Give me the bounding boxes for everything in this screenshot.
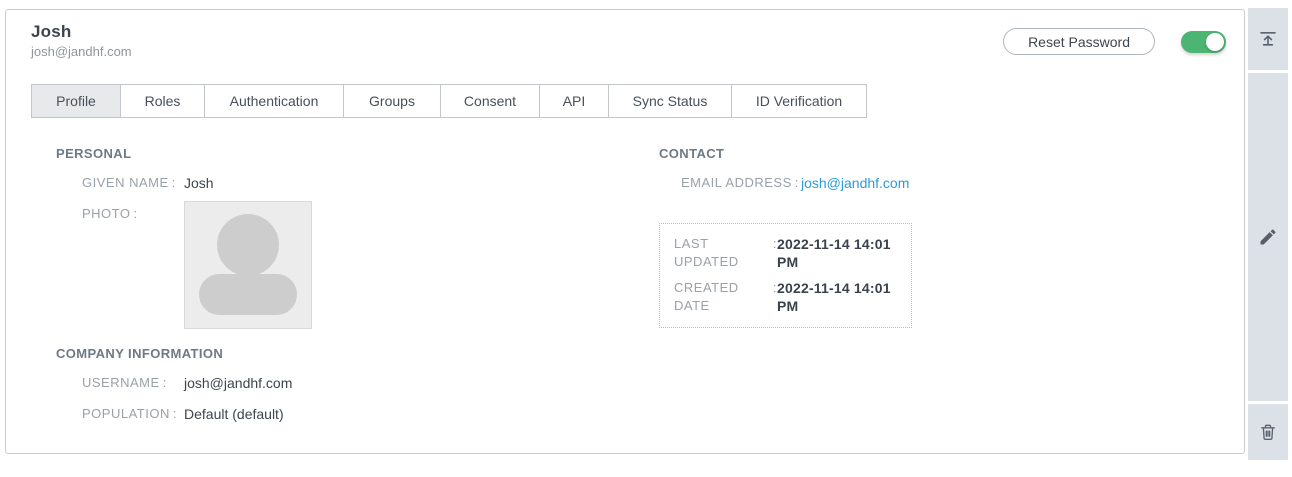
timestamps-box: LAST UPDATED: 2022-11-14 14:01 PM CREATE… bbox=[659, 223, 912, 328]
tab-authentication[interactable]: Authentication bbox=[204, 84, 344, 118]
edit-user-button[interactable] bbox=[1248, 73, 1288, 401]
personal-section: PERSONAL GIVEN NAME: Josh PHOTO: bbox=[56, 146, 616, 329]
tab-roles[interactable]: Roles bbox=[120, 84, 205, 118]
delete-user-button[interactable] bbox=[1248, 404, 1288, 460]
user-photo-placeholder bbox=[184, 201, 312, 329]
given-name-row: GIVEN NAME: Josh bbox=[82, 174, 616, 192]
email-address-label: EMAIL ADDRESS: bbox=[681, 175, 799, 190]
email-address-link[interactable]: josh@jandhf.com bbox=[801, 174, 909, 192]
username-value: josh@jandhf.com bbox=[184, 375, 293, 391]
company-information-heading: COMPANY INFORMATION bbox=[56, 346, 224, 361]
user-detail-tabs: Profile Roles Authentication Groups Cons… bbox=[31, 84, 867, 118]
email-address-row: EMAIL ADDRESS: josh@jandhf.com bbox=[681, 174, 1079, 192]
last-updated-row: LAST UPDATED: 2022-11-14 14:01 PM bbox=[674, 235, 897, 271]
population-value: Default (default) bbox=[184, 406, 284, 422]
personal-heading: PERSONAL bbox=[56, 146, 132, 161]
created-date-row: CREATED DATE: 2022-11-14 14:01 PM bbox=[674, 279, 897, 315]
header-actions: Reset Password bbox=[1003, 28, 1226, 55]
photo-label: PHOTO: bbox=[82, 206, 138, 221]
contact-section: CONTACT EMAIL ADDRESS: josh@jandhf.com bbox=[659, 146, 1079, 192]
tab-id-verification[interactable]: ID Verification bbox=[731, 84, 867, 118]
collapse-panel-button[interactable] bbox=[1248, 8, 1288, 70]
tab-profile[interactable]: Profile bbox=[31, 84, 121, 118]
trash-icon bbox=[1261, 424, 1275, 441]
tab-consent[interactable]: Consent bbox=[440, 84, 540, 118]
tab-api[interactable]: API bbox=[539, 84, 609, 118]
created-date-label: CREATED DATE: bbox=[674, 280, 777, 313]
last-updated-label: LAST UPDATED: bbox=[674, 236, 777, 269]
username-row: USERNAME: josh@jandhf.com bbox=[82, 374, 616, 392]
population-row: POPULATION: Default (default) bbox=[82, 405, 616, 423]
tab-groups[interactable]: Groups bbox=[343, 84, 441, 118]
person-silhouette-body bbox=[199, 274, 297, 315]
tab-sync-status[interactable]: Sync Status bbox=[608, 84, 732, 118]
last-updated-value: 2022-11-14 14:01 PM bbox=[777, 236, 891, 270]
toggle-knob bbox=[1206, 32, 1224, 51]
edit-pencil-icon bbox=[1260, 229, 1276, 245]
user-email-subtitle: josh@jandhf.com bbox=[31, 44, 132, 59]
company-information-section: COMPANY INFORMATION USERNAME: josh@jandh… bbox=[56, 346, 616, 423]
person-silhouette-icon bbox=[217, 214, 279, 276]
given-name-value: Josh bbox=[184, 175, 214, 191]
user-enabled-toggle[interactable] bbox=[1181, 30, 1226, 53]
reset-password-button[interactable]: Reset Password bbox=[1003, 28, 1155, 55]
collapse-top-icon bbox=[1260, 31, 1276, 46]
username-label: USERNAME: bbox=[82, 375, 167, 390]
photo-row: PHOTO: bbox=[82, 201, 616, 329]
user-name-title: Josh bbox=[31, 22, 72, 41]
given-name-label: GIVEN NAME: bbox=[82, 175, 176, 190]
user-detail-panel: Josh josh@jandhf.com Reset Password Prof… bbox=[5, 9, 1245, 454]
contact-heading: CONTACT bbox=[659, 146, 725, 161]
population-label: POPULATION: bbox=[82, 406, 177, 421]
created-date-value: 2022-11-14 14:01 PM bbox=[777, 280, 891, 314]
